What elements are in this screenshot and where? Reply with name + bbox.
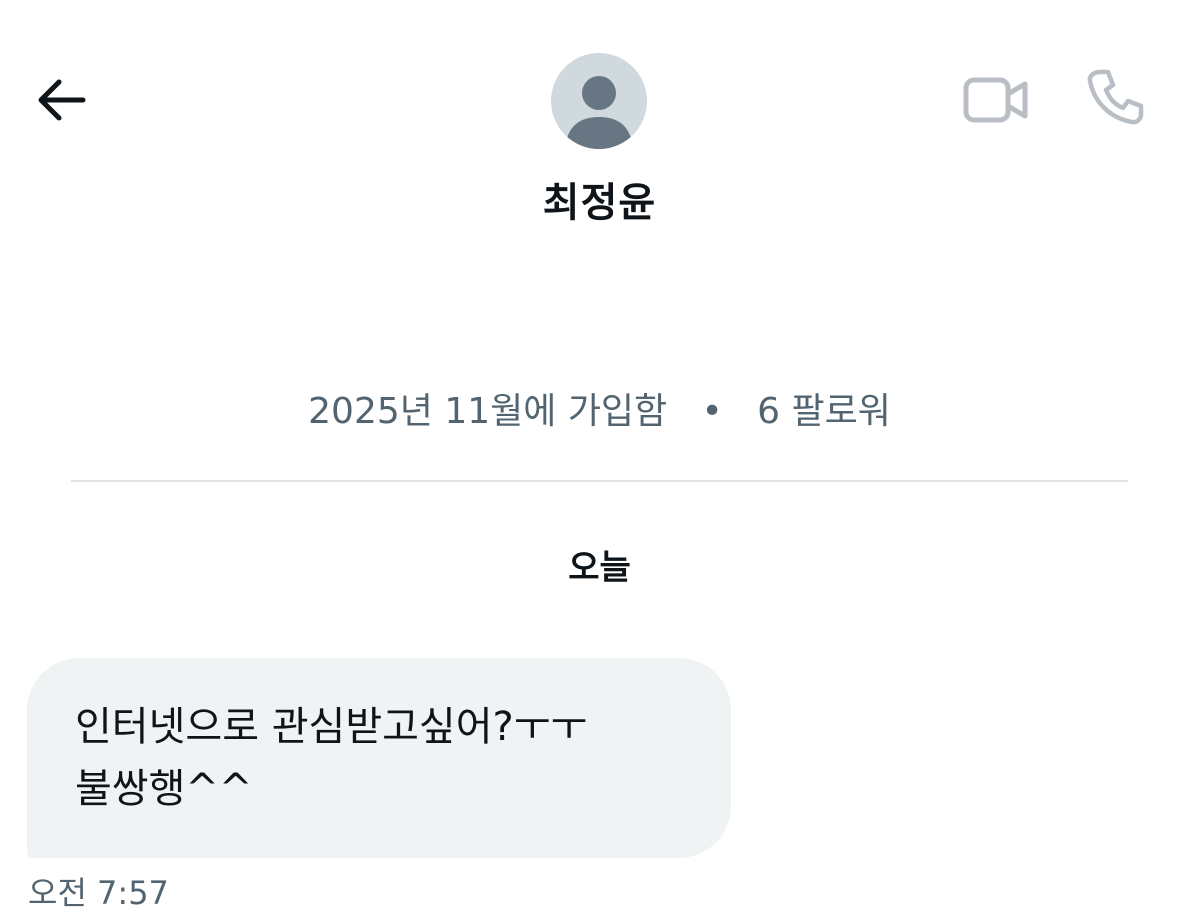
back-arrow-icon [33,77,87,127]
message-text-line: 인터넷으로 관심받고싶어?ㅜㅜ [75,704,588,750]
voice-call-button[interactable] [1082,66,1148,132]
dm-conversation-screen: 최정윤 2025년 11월에 가입함 • 6 팔로워 오늘 인터넷으로 관심받고… [0,0,1199,922]
video-call-button[interactable] [960,72,1032,132]
meta-separator: • [701,391,723,432]
message-timestamp: 오전 7:57 [28,874,169,912]
avatar[interactable] [551,53,647,149]
joined-date: 2025년 11월에 가입함 [308,391,668,432]
default-avatar-icon [565,76,633,149]
profile-meta: 2025년 11월에 가입함 • 6 팔로워 [0,382,1199,434]
divider [71,480,1128,482]
back-button[interactable] [28,72,92,132]
contact-name[interactable]: 최정윤 [0,170,1199,228]
video-camera-icon [963,74,1029,130]
phone-icon [1086,68,1144,130]
date-separator: 오늘 [568,548,631,588]
followers-link[interactable]: 6 팔로워 [757,391,891,432]
message-bubble[interactable]: 인터넷으로 관심받고싶어?ㅜㅜ 불쌍행^^ [27,658,731,858]
message-text-line: 불쌍행^^ [75,766,253,812]
